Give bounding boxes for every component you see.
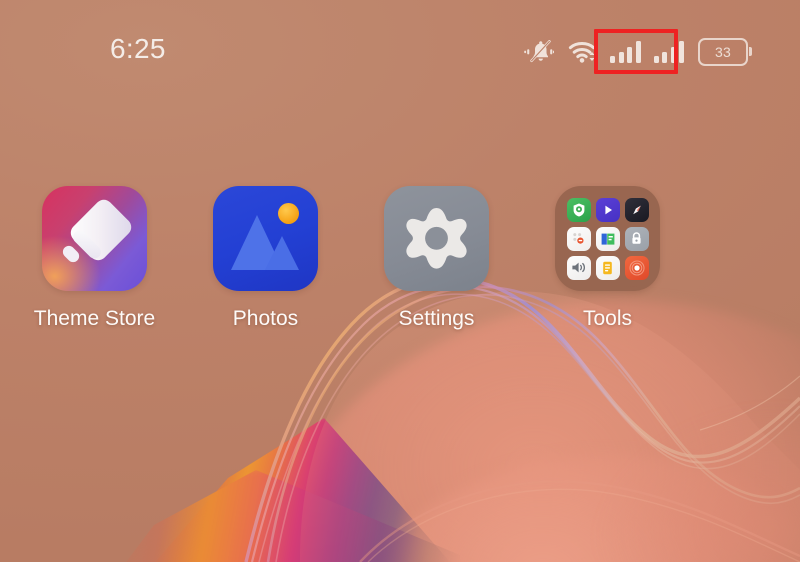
roller-grip-shape xyxy=(60,243,82,265)
highlight-rectangle xyxy=(594,29,678,74)
notes-icon xyxy=(595,255,620,280)
file-manager-icon xyxy=(595,226,620,251)
app-label: Settings xyxy=(398,307,475,330)
status-bar-clock: 6:25 xyxy=(110,33,166,64)
wifi-icon xyxy=(568,42,596,63)
bell-mute-icon xyxy=(524,40,554,63)
battery-icon: 33 xyxy=(698,38,752,66)
gear-icon[interactable] xyxy=(384,186,489,291)
app-photos[interactable]: Photos xyxy=(189,186,342,331)
calculator-icon xyxy=(566,226,591,251)
lock-icon xyxy=(624,226,649,251)
app-settings[interactable]: Settings xyxy=(360,186,513,331)
compass-icon xyxy=(624,197,649,222)
folder-mini-grid xyxy=(566,197,649,280)
app-theme-store[interactable]: Theme Store xyxy=(18,186,171,331)
app-tools-folder[interactable]: Tools xyxy=(531,186,684,331)
app-label: Theme Store xyxy=(33,307,156,330)
photo-mountain-icon[interactable] xyxy=(213,186,318,291)
folder-icon[interactable] xyxy=(555,186,660,291)
sound-icon xyxy=(566,255,591,280)
app-grid: Theme Store Photos Settings Tools xyxy=(0,186,800,331)
security-icon xyxy=(566,197,591,222)
battery-percent-label: 33 xyxy=(715,44,731,60)
mountain-shape xyxy=(265,236,299,270)
app-label: Photos xyxy=(232,307,299,330)
paint-roller-icon[interactable] xyxy=(42,186,147,291)
phone-home-screen: 6:25 33 Theme Store Photos Settings Tool… xyxy=(0,0,800,562)
status-bar: 6:25 33 xyxy=(0,0,800,92)
gear-glyph xyxy=(406,208,467,269)
app-label: Tools xyxy=(582,307,633,330)
play-video-icon xyxy=(595,197,620,222)
recorder-icon xyxy=(624,255,649,280)
